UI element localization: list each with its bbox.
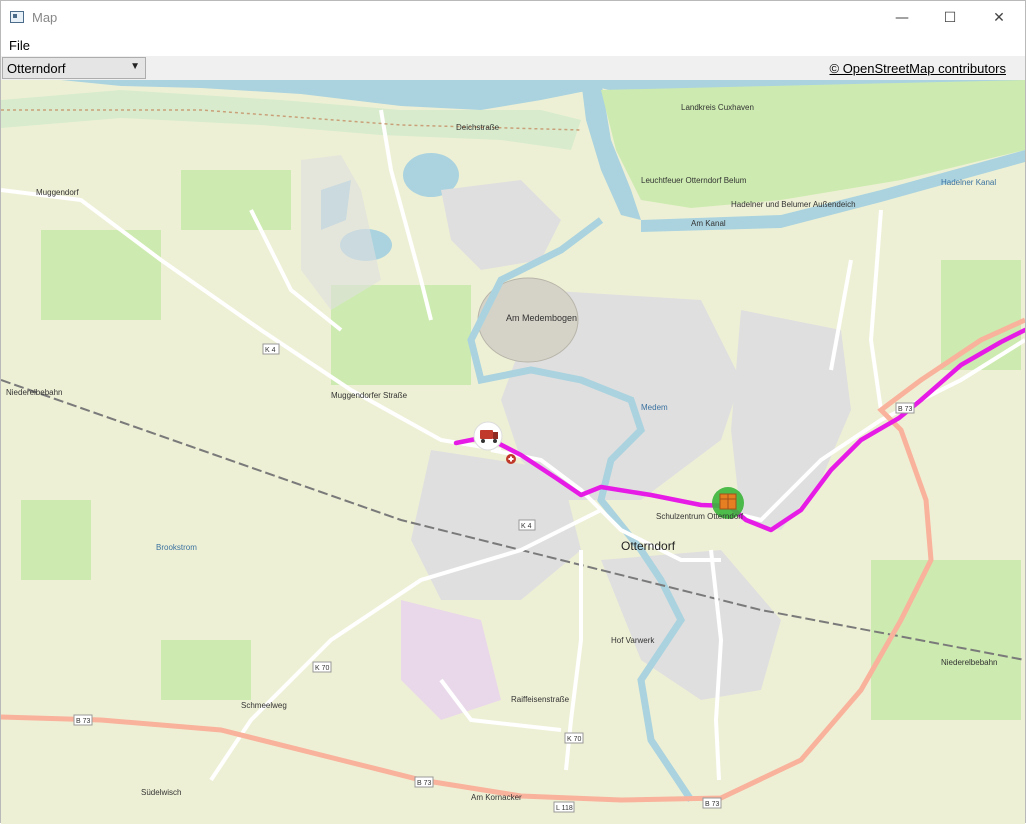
label-medem: Medem xyxy=(641,403,668,412)
origin-marker[interactable] xyxy=(473,421,503,451)
shield-k70-south: K 70 xyxy=(567,736,582,743)
shield-l118: L 118 xyxy=(556,805,573,812)
shield-b73-east: B 73 xyxy=(705,801,720,808)
meadow-patch-4 xyxy=(871,560,1021,720)
label-hadelner-belumer: Hadelner und Belumer Außendeich xyxy=(731,200,856,209)
map-view[interactable]: Muggendorf Am Medembogen Schulzentrum Ot… xyxy=(1,80,1025,824)
label-otterndorf-town: Otterndorf xyxy=(621,539,676,553)
map-canvas[interactable]: Muggendorf Am Medembogen Schulzentrum Ot… xyxy=(1,80,1025,824)
label-am-medembogen: Am Medembogen xyxy=(506,313,577,323)
label-leuchtfeuer: Leuchtfeuer Otterndorf Belum xyxy=(641,176,747,185)
menu-bar: File xyxy=(1,35,1025,56)
close-icon: ✕ xyxy=(993,10,1005,26)
close-button[interactable]: ✕ xyxy=(976,1,1022,35)
label-deichstrasse: Deichstraße xyxy=(456,123,500,132)
shield-b73-south: B 73 xyxy=(417,780,432,787)
title-bar: Map — ☐ ✕ xyxy=(1,1,1025,35)
label-niederelbebahn-west: Niederelbebahn xyxy=(6,388,63,397)
minimize-button[interactable]: — xyxy=(879,1,925,35)
label-hof-varwerk: Hof Varwerk xyxy=(611,636,655,645)
label-niederelbebahn-east: Niederelbebahn xyxy=(941,658,998,667)
meadow-patch-3 xyxy=(181,170,291,230)
location-select[interactable]: Otterndorf ▼ xyxy=(2,57,146,79)
label-hadelner-kanal: Hadelner Kanal xyxy=(941,178,996,187)
shield-b73-ne: B 73 xyxy=(898,406,913,413)
label-schulzentrum: Schulzentrum Otterndorf xyxy=(656,512,744,521)
shield-k4-west: K 4 xyxy=(265,347,276,354)
window-title: Map xyxy=(32,10,58,25)
shield-k70-west: K 70 xyxy=(315,665,330,672)
package-icon xyxy=(719,493,737,510)
label-suedelwisch: Südelwisch xyxy=(141,788,181,797)
label-landkreis: Landkreis Cuxhaven xyxy=(681,103,754,112)
attribution-link[interactable]: © OpenStreetMap contributors xyxy=(830,61,1007,76)
app-window: Map — ☐ ✕ File Otterndorf ▼ © OpenStreet… xyxy=(0,0,1026,824)
meadow-patch-1 xyxy=(41,230,161,320)
meadow-patch-6 xyxy=(161,640,251,700)
maximize-icon: ☐ xyxy=(943,10,957,26)
meadow-patch-5 xyxy=(21,500,91,580)
location-select-value: Otterndorf xyxy=(7,61,66,76)
menu-file[interactable]: File xyxy=(9,38,30,53)
shield-b73-west: B 73 xyxy=(76,718,91,725)
label-am-kornacker: Am Kornacker xyxy=(471,793,522,802)
label-am-kanal: Am Kanal xyxy=(691,219,726,228)
label-brookstrom: Brookstrom xyxy=(156,543,197,552)
chevron-down-icon: ▼ xyxy=(130,61,140,72)
hospital-icon xyxy=(506,454,516,464)
toolbar: Otterndorf ▼ © OpenStreetMap contributor… xyxy=(1,56,1025,80)
maximize-button[interactable]: ☐ xyxy=(927,1,973,35)
minimize-icon: — xyxy=(895,10,909,26)
app-window-icon xyxy=(10,11,24,23)
meadow-patch-2 xyxy=(331,285,471,385)
label-muggendorfer-strasse: Muggendorfer Straße xyxy=(331,391,408,400)
shield-k4-center: K 4 xyxy=(521,523,532,530)
label-schmeelweg: Schmeelweg xyxy=(241,701,287,710)
label-raiffeisenstrasse: Raiffeisenstraße xyxy=(511,695,570,704)
label-muggendorf: Muggendorf xyxy=(36,188,79,197)
